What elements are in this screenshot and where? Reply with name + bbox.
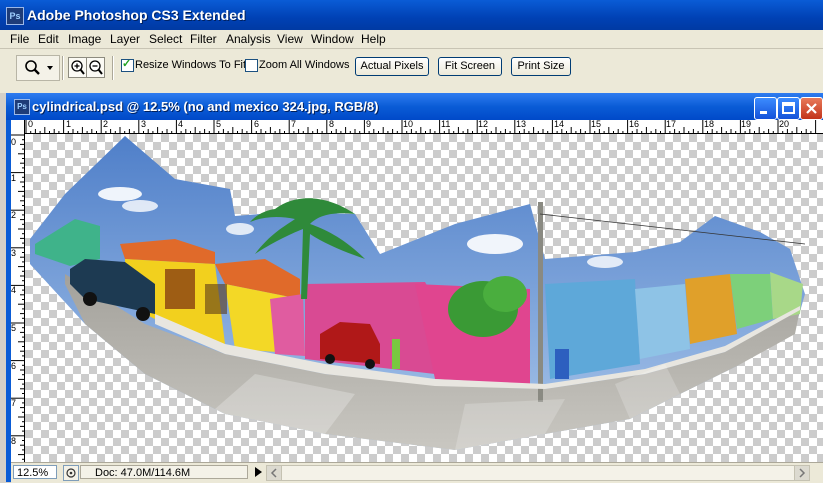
- zoom-out-icon: [89, 60, 103, 75]
- document-size-info: Doc: 47.0M/114.6M: [80, 465, 248, 479]
- zoom-in-button[interactable]: [68, 57, 87, 78]
- menu-layer[interactable]: Layer: [110, 32, 140, 46]
- close-button[interactable]: [800, 97, 823, 120]
- menu-view[interactable]: View: [277, 32, 303, 46]
- ruler-h-label: 20: [779, 119, 790, 129]
- ruler-h-label: 3: [141, 119, 147, 129]
- ruler-v-label: 1: [11, 173, 17, 183]
- chevron-right-icon: [799, 468, 806, 478]
- scroll-right-button[interactable]: [794, 465, 810, 481]
- ruler-h-label: 8: [329, 119, 335, 129]
- horizontal-scrollbar[interactable]: [266, 465, 810, 481]
- triangle-right-icon: [255, 467, 262, 477]
- menu-help[interactable]: Help: [361, 32, 386, 46]
- ruler-v-label: 4: [11, 285, 17, 295]
- ruler-h-label: 12: [478, 119, 489, 129]
- options-separator: [62, 56, 64, 80]
- document-canvas[interactable]: [25, 134, 823, 462]
- zoom-level-field[interactable]: 12.5%: [13, 465, 57, 479]
- ruler-h-label: 18: [704, 119, 715, 129]
- ruler-v-label: 7: [11, 398, 17, 408]
- zoom-all-windows-label: Zoom All Windows: [259, 59, 350, 71]
- menu-file[interactable]: File: [10, 32, 29, 46]
- minimize-button[interactable]: [754, 97, 777, 120]
- close-icon: [806, 103, 817, 114]
- ruler-h-label: 17: [666, 119, 677, 129]
- menu-bar: File Edit Image Layer Select Filter Anal…: [0, 30, 823, 49]
- ruler-h-label: 11: [441, 119, 451, 129]
- app-title-bar: Ps Adobe Photoshop CS3 Extended: [0, 0, 823, 30]
- fit-screen-button[interactable]: Fit Screen: [438, 57, 502, 76]
- scroll-left-button[interactable]: [266, 465, 282, 481]
- horizontal-ruler-ticks: [25, 120, 817, 133]
- menu-edit[interactable]: Edit: [38, 32, 59, 46]
- ruler-h-label: 2: [103, 119, 109, 129]
- ruler-h-label: 16: [629, 119, 640, 129]
- ruler-h-label: 15: [591, 119, 602, 129]
- ruler-v-label: 6: [11, 361, 17, 371]
- menu-select[interactable]: Select: [149, 32, 182, 46]
- ruler-h-label: 1: [66, 119, 72, 129]
- document-title-bar[interactable]: Ps cylindrical.psd @ 12.5% (no and mexic…: [6, 93, 823, 120]
- resize-windows-label: Resize Windows To Fit: [135, 59, 247, 71]
- ruler-v-label: 0: [11, 137, 17, 147]
- ruler-h-label: 7: [291, 119, 297, 129]
- ruler-v-label: 5: [11, 323, 17, 333]
- minimize-icon: [760, 111, 767, 114]
- horizontal-ruler[interactable]: 0 1 2 3 4 5 6 7 8 9 10 11 12 13 14 15 16…: [11, 119, 823, 134]
- ruler-origin[interactable]: [11, 120, 25, 134]
- zoom-tool-icon: [25, 60, 53, 75]
- ruler-h-label: 5: [216, 119, 222, 129]
- maximize-icon: [782, 102, 795, 114]
- ruler-v-label: 3: [11, 248, 17, 258]
- ruler-v-label: 8: [11, 436, 17, 446]
- menu-analysis[interactable]: Analysis: [226, 32, 271, 46]
- tool-preset-picker[interactable]: [16, 55, 60, 81]
- status-options-icon: [66, 468, 76, 478]
- ruler-h-label: 9: [366, 119, 372, 129]
- zoom-all-windows-checkbox[interactable]: [245, 59, 258, 72]
- zoom-out-button[interactable]: [86, 57, 105, 78]
- print-size-button[interactable]: Print Size: [511, 57, 571, 76]
- status-options-button[interactable]: [63, 465, 79, 481]
- menu-filter[interactable]: Filter: [190, 32, 217, 46]
- menu-image[interactable]: Image: [68, 32, 101, 46]
- actual-pixels-button[interactable]: Actual Pixels: [355, 57, 429, 76]
- vertical-ruler[interactable]: 0 1 2 3 4 5 6 7 8: [11, 133, 25, 462]
- menu-window[interactable]: Window: [311, 32, 354, 46]
- ruler-h-label: 19: [741, 119, 752, 129]
- zoom-in-icon: [71, 60, 85, 75]
- ruler-h-label: 13: [516, 119, 527, 129]
- panorama-image: [30, 136, 806, 450]
- status-menu-arrow[interactable]: [252, 465, 264, 479]
- resize-windows-checkbox[interactable]: [121, 57, 134, 72]
- ruler-h-label: 14: [554, 119, 565, 129]
- ruler-h-label: 6: [254, 119, 260, 129]
- options-separator: [112, 56, 114, 80]
- photoshop-logo-icon: Ps: [6, 7, 24, 25]
- document-title: cylindrical.psd @ 12.5% (no and mexico 3…: [32, 99, 379, 114]
- chevron-left-icon: [270, 468, 277, 478]
- ruler-v-label: 2: [11, 210, 17, 220]
- maximize-button[interactable]: [777, 97, 800, 120]
- document-logo-icon: Ps: [14, 99, 30, 115]
- ruler-h-label: 0: [28, 119, 34, 129]
- app-title: Adobe Photoshop CS3 Extended: [27, 7, 246, 23]
- ruler-h-label: 4: [178, 119, 184, 129]
- ruler-h-label: 10: [403, 119, 414, 129]
